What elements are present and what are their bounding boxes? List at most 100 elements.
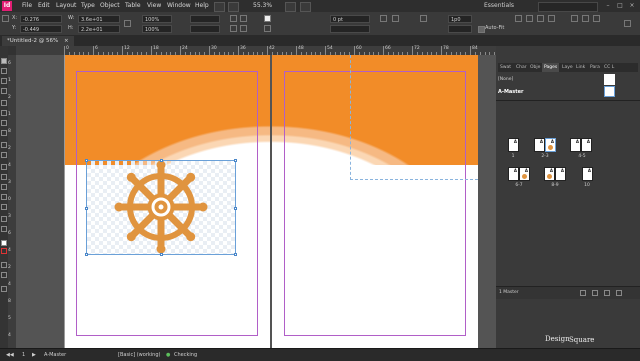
status-master[interactable]: A-Master [44,349,66,361]
align-center-icon[interactable] [582,15,589,22]
page-thumb-5[interactable]: A [581,138,592,152]
menu-object[interactable]: Object [100,0,120,12]
page-thumb-7[interactable]: A [519,167,530,181]
tab-layers[interactable]: Laye [562,63,573,72]
page-number-field[interactable]: 1 [22,349,25,361]
gradient-tool-icon[interactable] [1,184,7,190]
empty-frame-outline[interactable] [350,55,478,180]
height-field[interactable]: 2.2e+01 [78,25,120,33]
align-right-icon[interactable] [593,15,600,22]
stroke-color-icon[interactable] [1,248,7,254]
select-content-icon[interactable] [240,25,247,32]
stroke-type-field[interactable] [330,25,370,33]
auto-fit-checkbox[interactable] [478,26,485,33]
hand-tool-icon[interactable] [1,216,7,222]
bridge-icon[interactable] [214,2,225,12]
a-master-thumb[interactable] [604,86,615,97]
frame-handle-bottom-right[interactable] [234,253,237,256]
frame-handle-top-right[interactable] [234,159,237,162]
apply-color-icon[interactable] [1,272,7,278]
pen-tool-icon[interactable] [1,120,7,126]
new-master-icon[interactable] [592,290,598,296]
page-right[interactable] [272,55,478,348]
status-style[interactable]: [Basic] (working) [118,349,160,361]
screen-mode-icon[interactable] [285,2,296,12]
tab-character[interactable]: Char [516,63,527,72]
fx-icon[interactable] [380,15,387,22]
fit-content-icon[interactable] [515,15,522,22]
tab-pages[interactable]: Pages [542,63,560,72]
graphic-frame[interactable] [85,159,237,256]
page-tool-icon[interactable] [1,78,7,84]
minimize-icon[interactable]: – [602,0,614,12]
page-thumb-4[interactable]: A [570,138,581,152]
next-page-icon[interactable]: ▶ [32,349,36,361]
eyedropper-tool-icon[interactable] [1,204,7,210]
page-thumb-8[interactable]: A [544,167,555,181]
frame-handle-top-left[interactable] [85,159,88,162]
document-tab[interactable]: *Untitled-2 @ 56% × [2,36,74,46]
page-thumb-10[interactable]: A [582,167,593,181]
formatting-container-icon[interactable] [1,262,7,268]
page-thumb-1[interactable]: A [508,138,519,152]
view-options-icon[interactable] [228,2,239,12]
drop-shadow-icon[interactable] [392,15,399,22]
first-page-icon[interactable]: ◀◀ [6,349,14,361]
scale-x-field[interactable]: 100% [142,15,172,23]
flip-icon[interactable] [240,15,247,22]
fit-frame-icon[interactable] [526,15,533,22]
edit-page-size-icon[interactable] [580,290,586,296]
close-window-icon[interactable]: × [626,0,638,12]
fill-swatch-icon[interactable] [264,15,271,22]
preflight-status[interactable]: Checking [174,349,197,361]
frame-handle-bottom-center[interactable] [160,253,163,256]
workspace-switcher[interactable]: Essentials [484,0,514,12]
close-tab-icon[interactable]: × [64,38,69,44]
tab-object-styles[interactable]: Obje [530,63,540,72]
frame-handle-bottom-left[interactable] [85,253,88,256]
gutter-field[interactable]: 1p0 [448,15,472,23]
direct-selection-tool-icon[interactable] [1,68,7,74]
menu-view[interactable]: View [147,0,161,12]
select-container-icon[interactable] [230,25,237,32]
page-left[interactable] [64,55,270,348]
tab-cc-libraries[interactable]: CC L [604,63,614,72]
menu-layout[interactable]: Layout [56,0,76,12]
arrange-documents-icon[interactable] [300,2,311,12]
menu-file[interactable]: File [22,0,32,12]
a-master[interactable]: A-Master [498,87,618,97]
search-field[interactable] [538,2,598,12]
scale-y-field[interactable]: 100% [142,25,172,33]
page-thumb-6[interactable]: A [508,167,519,181]
page-thumb-3[interactable]: A [545,138,556,152]
none-master[interactable]: [None] [498,75,598,84]
document-canvas[interactable] [16,55,496,348]
text-wrap-icon[interactable] [420,15,427,22]
rectangle-frame-tool-icon[interactable] [1,142,7,148]
menu-help[interactable]: Help [195,0,209,12]
tab-paragraph[interactable]: Para [590,63,600,72]
maximize-icon[interactable]: □ [614,0,626,12]
rotation-field[interactable] [190,15,220,23]
stroke-swatch-icon[interactable] [264,25,271,32]
tab-links[interactable]: Link [576,63,585,72]
selection-tool-icon[interactable] [1,58,7,64]
constrain-proportions-icon[interactable] [124,20,131,27]
screen-mode-tool-icon[interactable] [1,286,7,292]
fill-color-icon[interactable] [1,240,7,246]
frame-handle-middle-left[interactable] [85,207,88,210]
reference-point-icon[interactable] [2,15,9,22]
page-thumb-9[interactable]: A [555,167,566,181]
align-left-icon[interactable] [571,15,578,22]
new-page-icon[interactable] [604,290,610,296]
menu-edit[interactable]: Edit [38,0,50,12]
frame-handle-middle-right[interactable] [234,207,237,210]
zoom-level[interactable]: 55.3% [253,0,272,12]
zoom-tool-icon[interactable] [1,226,7,232]
menu-window[interactable]: Window [167,0,191,12]
center-content-icon[interactable] [537,15,544,22]
line-tool-icon[interactable] [1,110,7,116]
stroke-weight-field[interactable]: 0 pt [330,15,370,23]
menu-type[interactable]: Type [81,0,95,12]
rotate-icon[interactable] [230,15,237,22]
